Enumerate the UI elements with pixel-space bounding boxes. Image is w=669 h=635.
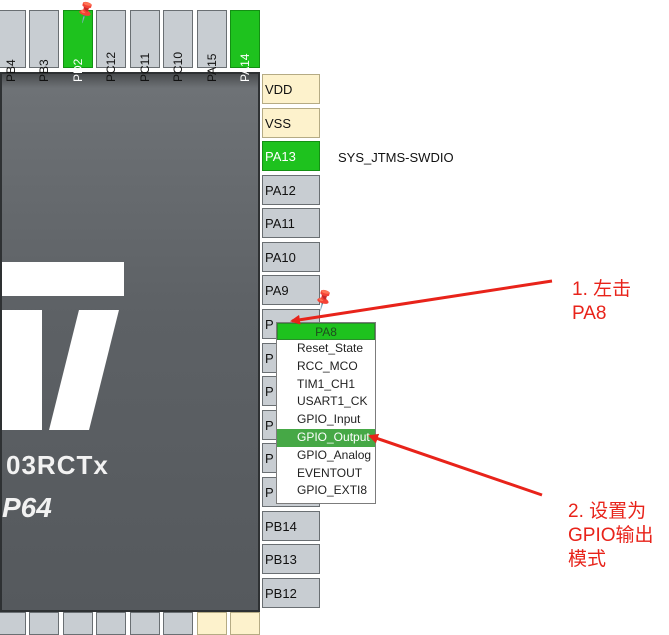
pin-bottom-partial[interactable] bbox=[0, 612, 26, 635]
pin-bottom-partial[interactable] bbox=[29, 612, 59, 635]
pin-right-pb12[interactable]: PB12 bbox=[262, 578, 320, 608]
arrow-step2 bbox=[368, 433, 543, 497]
pin-right-pb13[interactable]: PB13 bbox=[262, 544, 320, 574]
pin-label: PB3 bbox=[37, 59, 51, 82]
pin-top-pa14[interactable]: PA14 bbox=[230, 10, 260, 82]
menu-item-gpio-input[interactable]: GPIO_Input bbox=[277, 411, 375, 429]
menu-item-rcc-mco[interactable]: RCC_MCO bbox=[277, 358, 375, 376]
pin-bottom-partial[interactable] bbox=[197, 612, 227, 635]
st-logo-stroke-left bbox=[2, 310, 42, 430]
annotation-step2-line2: GPIO输出 bbox=[568, 525, 654, 546]
pin-right-pa11[interactable]: PA11 bbox=[262, 208, 320, 238]
pin-bottom-partial[interactable] bbox=[130, 612, 160, 635]
pin-right-pa10[interactable]: PA10 bbox=[262, 242, 320, 272]
pin-right-pb14[interactable]: PB14 bbox=[262, 511, 320, 541]
pin-right-vss[interactable]: VSS bbox=[262, 108, 320, 138]
pin-label: PC11 bbox=[138, 52, 152, 82]
pin-right-pa12[interactable]: PA12 bbox=[262, 175, 320, 205]
pin-right-pa9[interactable]: PA9 bbox=[262, 275, 320, 305]
pin-label: PA14 bbox=[238, 53, 252, 82]
annotation-step1: 1. 左击 PA8 bbox=[572, 278, 631, 326]
pin-label: PC12 bbox=[104, 51, 118, 82]
pin-label: PB4 bbox=[4, 59, 18, 82]
menu-item-tim1-ch1[interactable]: TIM1_CH1 bbox=[277, 376, 375, 394]
annotation-step2-line1: 2. 设置为 bbox=[568, 501, 647, 522]
pin-right-vdd[interactable]: VDD bbox=[262, 74, 320, 104]
annotation-step1-line1: 1. 左击 bbox=[572, 279, 632, 300]
menu-item-gpio-analog[interactable]: GPIO_Analog bbox=[277, 447, 375, 465]
menu-item-reset-state[interactable]: Reset_State bbox=[277, 340, 375, 358]
pin-top-pa15[interactable]: PA15 bbox=[197, 10, 227, 82]
pin-bottom-partial[interactable] bbox=[63, 612, 93, 635]
chip-package-label: P64 bbox=[2, 492, 52, 523]
menu-item-gpio-output[interactable]: GPIO_Output bbox=[277, 428, 375, 447]
pin-function-menu[interactable]: PA8 Reset_State RCC_MCO TIM1_CH1 USART1_… bbox=[276, 322, 376, 504]
pin-right-pa13[interactable]: PA13 bbox=[262, 141, 320, 171]
pin-bottom-partial[interactable] bbox=[163, 612, 193, 635]
menu-item-usart1-ck[interactable]: USART1_CK bbox=[277, 393, 375, 411]
pin-top-pc12[interactable]: PC12 bbox=[96, 10, 126, 82]
annotation-step2-line3: 模式 bbox=[568, 549, 607, 570]
pin-label: PC10 bbox=[171, 51, 185, 82]
menu-item-gpio-exti8[interactable]: GPIO_EXTI8 bbox=[277, 482, 375, 500]
chip-part-number: 03RCTx bbox=[6, 450, 109, 480]
pin-bottom-partial[interactable] bbox=[96, 612, 126, 635]
annotation-step1-line2: PA8 bbox=[572, 303, 607, 324]
menu-title-pa8: PA8 bbox=[277, 323, 375, 340]
menu-item-eventout[interactable]: EVENTOUT bbox=[277, 465, 375, 483]
mcu-chip-body: 03RCTx P64 bbox=[0, 72, 260, 612]
pin-top-pc10[interactable]: PC10 bbox=[163, 10, 193, 82]
pin-label: PA15 bbox=[205, 53, 219, 82]
pin-top-pc11[interactable]: PC11 bbox=[130, 10, 160, 82]
pin-label: PD2 bbox=[71, 58, 85, 82]
annotation-step2: 2. 设置为 GPIO输出 模式 bbox=[568, 500, 654, 572]
pin-top-pb4[interactable]: PB4 bbox=[0, 10, 26, 82]
pin-top-pb3[interactable]: PB3 bbox=[29, 10, 59, 82]
st-logo-stroke-right bbox=[49, 310, 119, 430]
pin-bottom-partial[interactable] bbox=[230, 612, 260, 635]
pa13-signal-label: SYS_JTMS-SWDIO bbox=[338, 150, 454, 165]
st-logo-bar bbox=[2, 262, 124, 296]
